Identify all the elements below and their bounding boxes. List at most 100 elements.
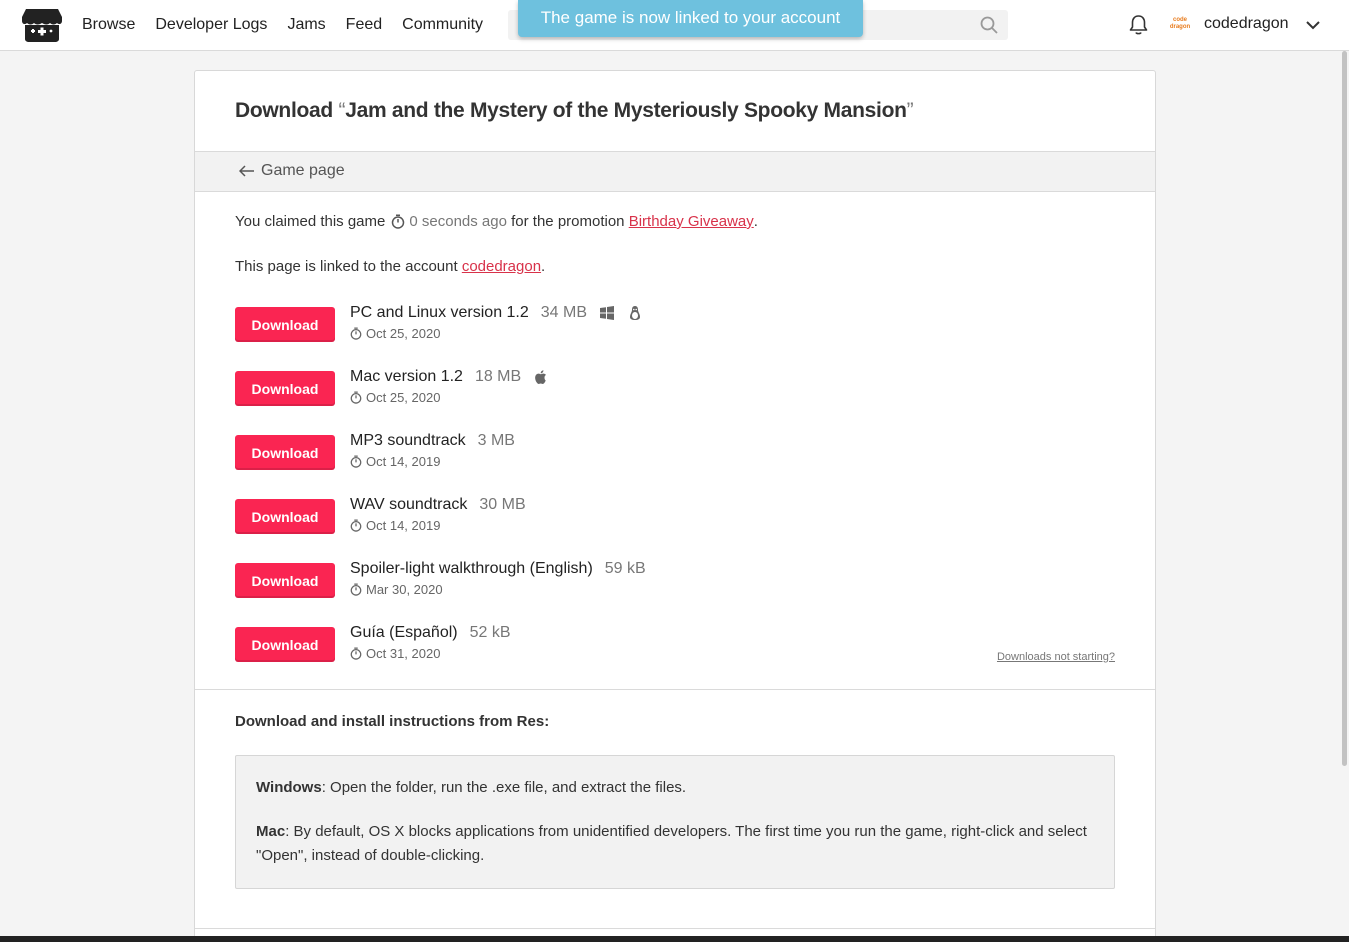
upload-name: Guía (Español) <box>350 624 458 641</box>
download-page-card: Download “Jam and the Mystery of the Mys… <box>194 70 1156 942</box>
nav-feed[interactable]: Feed <box>346 16 382 34</box>
windows-icon <box>600 306 615 320</box>
download-button[interactable]: Download <box>235 435 335 470</box>
upload-name: PC and Linux version 1.2 <box>350 304 529 321</box>
back-row: Game page <box>195 152 1155 192</box>
game-title: Jam and the Mystery of the Mysteriously … <box>345 99 907 122</box>
upload-title: Guía (Español) 52 kB <box>350 624 511 642</box>
upload-size: 34 MB <box>540 304 588 321</box>
upload-date-text: Mar 30, 2020 <box>366 582 443 597</box>
upload-size: 30 MB <box>479 496 526 513</box>
claim-end: . <box>753 213 758 230</box>
claim-time: 0 seconds ago <box>409 213 507 230</box>
stopwatch-icon <box>392 214 405 229</box>
upload-title: Mac version 1.2 18 MB <box>350 368 549 386</box>
top-header: Browse Developer Logs Jams Feed Communit… <box>0 0 1349 51</box>
mac-label: Mac <box>256 823 286 840</box>
linked-account-message: This page is linked to the account coded… <box>235 258 545 275</box>
promotion-link[interactable]: Birthday Giveaway <box>629 213 754 230</box>
claim-message: You claimed this game 0 seconds ago for … <box>235 213 758 230</box>
stopwatch-icon <box>350 327 362 340</box>
avatar-text: code <box>1172 17 1187 23</box>
upload-date: Oct 25, 2020 <box>350 326 440 341</box>
upload-size: 3 MB <box>477 432 515 449</box>
title-row: Download “Jam and the Mystery of the Mys… <box>195 71 1155 152</box>
avatar[interactable]: code dragon <box>1165 12 1195 36</box>
upload-date: Oct 14, 2019 <box>350 454 440 469</box>
stopwatch-icon <box>350 647 362 660</box>
upload-name: MP3 soundtrack <box>350 432 466 449</box>
download-button[interactable]: Download <box>235 307 335 342</box>
upload-size: 18 MB <box>474 368 522 385</box>
upload-size: 59 kB <box>604 560 646 577</box>
arrow-left-icon <box>239 165 254 177</box>
stopwatch-icon <box>350 455 362 468</box>
upload-name: WAV soundtrack <box>350 496 468 513</box>
downloads-not-starting-link[interactable]: Downloads not starting? <box>997 651 1115 663</box>
upload-title: MP3 soundtrack 3 MB <box>350 432 515 450</box>
download-button[interactable]: Download <box>235 499 335 534</box>
instructions-box: Windows: Open the folder, run the .exe f… <box>235 755 1115 889</box>
account-link[interactable]: codedragon <box>462 258 541 275</box>
upload-item: Download WAV soundtrack 30 MB Oct 14, 20… <box>235 496 1115 563</box>
upload-name: Spoiler-light walkthrough (English) <box>350 560 593 577</box>
vertical-scrollbar[interactable] <box>1340 51 1349 936</box>
section-divider <box>195 689 1155 690</box>
section-divider <box>195 928 1155 929</box>
scrollbar-thumb[interactable] <box>1342 51 1347 766</box>
upload-date-text: Oct 25, 2020 <box>366 390 441 405</box>
claim-text: You claimed this game <box>235 213 386 230</box>
nav-jams[interactable]: Jams <box>287 16 325 34</box>
stopwatch-icon <box>350 519 362 532</box>
linked-notification-toast: The game is now linked to your account <box>518 0 863 37</box>
itchio-logo-icon[interactable] <box>22 7 62 43</box>
mac-text: : By default, OS X blocks applications f… <box>256 823 1087 864</box>
upload-list: Download PC and Linux version 1.2 34 MB <box>235 304 1115 691</box>
upload-item: Download Spoiler-light walkthrough (Engl… <box>235 560 1115 627</box>
download-button[interactable]: Download <box>235 563 335 598</box>
instructions-heading: Download and install instructions from R… <box>235 713 550 730</box>
search-icon[interactable] <box>980 16 998 34</box>
upload-item: Download Guía (Español) 52 kB Oct 31, 20… <box>235 624 1115 691</box>
nav-community[interactable]: Community <box>402 16 483 34</box>
chevron-down-icon[interactable] <box>1304 16 1322 34</box>
upload-date: Mar 30, 2020 <box>350 582 443 597</box>
notification-bell-icon[interactable] <box>1128 14 1149 36</box>
upload-date: Oct 31, 2020 <box>350 646 440 661</box>
upload-title: PC and Linux version 1.2 34 MB <box>350 304 643 322</box>
avatar-text: dragon <box>1169 24 1191 30</box>
apple-icon <box>535 370 547 384</box>
upload-date-text: Oct 14, 2019 <box>366 518 441 533</box>
main-nav: Browse Developer Logs Jams Feed Communit… <box>82 0 483 50</box>
upload-title: Spoiler-light walkthrough (English) 59 k… <box>350 560 646 578</box>
upload-item: Download Mac version 1.2 18 MB Oct 25, 2… <box>235 368 1115 435</box>
linked-end: . <box>541 258 546 275</box>
upload-date-text: Oct 25, 2020 <box>366 326 441 341</box>
download-button[interactable]: Download <box>235 371 335 406</box>
upload-date: Oct 25, 2020 <box>350 390 440 405</box>
linked-text: This page is linked to the account <box>235 258 458 275</box>
stopwatch-icon <box>350 391 362 404</box>
windows-text: : Open the folder, run the .exe file, an… <box>321 779 687 796</box>
stopwatch-icon <box>350 583 362 596</box>
nav-browse[interactable]: Browse <box>82 16 135 34</box>
download-button[interactable]: Download <box>235 627 335 662</box>
page-title: Download “Jam and the Mystery of the Mys… <box>235 99 914 123</box>
username-menu[interactable]: codedragon <box>1204 15 1289 33</box>
bottom-bar <box>0 936 1349 942</box>
upload-date: Oct 14, 2019 <box>350 518 440 533</box>
nav-developer-logs[interactable]: Developer Logs <box>155 16 267 34</box>
upload-name: Mac version 1.2 <box>350 368 463 385</box>
upload-date-text: Oct 14, 2019 <box>366 454 441 469</box>
windows-instructions: Windows: Open the folder, run the .exe f… <box>256 776 1094 800</box>
back-label: Game page <box>261 162 345 179</box>
back-to-game-page-link[interactable]: Game page <box>239 162 345 180</box>
upload-title: WAV soundtrack 30 MB <box>350 496 526 514</box>
upload-date-text: Oct 31, 2020 <box>366 646 441 661</box>
mac-instructions: Mac: By default, OS X blocks application… <box>256 820 1094 868</box>
upload-item: Download PC and Linux version 1.2 34 MB <box>235 304 1115 371</box>
title-prefix: Download <box>235 99 333 122</box>
claim-for: for the promotion <box>511 213 625 230</box>
upload-item: Download MP3 soundtrack 3 MB Oct 14, 201… <box>235 432 1115 499</box>
title-close-quote: ” <box>906 99 914 122</box>
